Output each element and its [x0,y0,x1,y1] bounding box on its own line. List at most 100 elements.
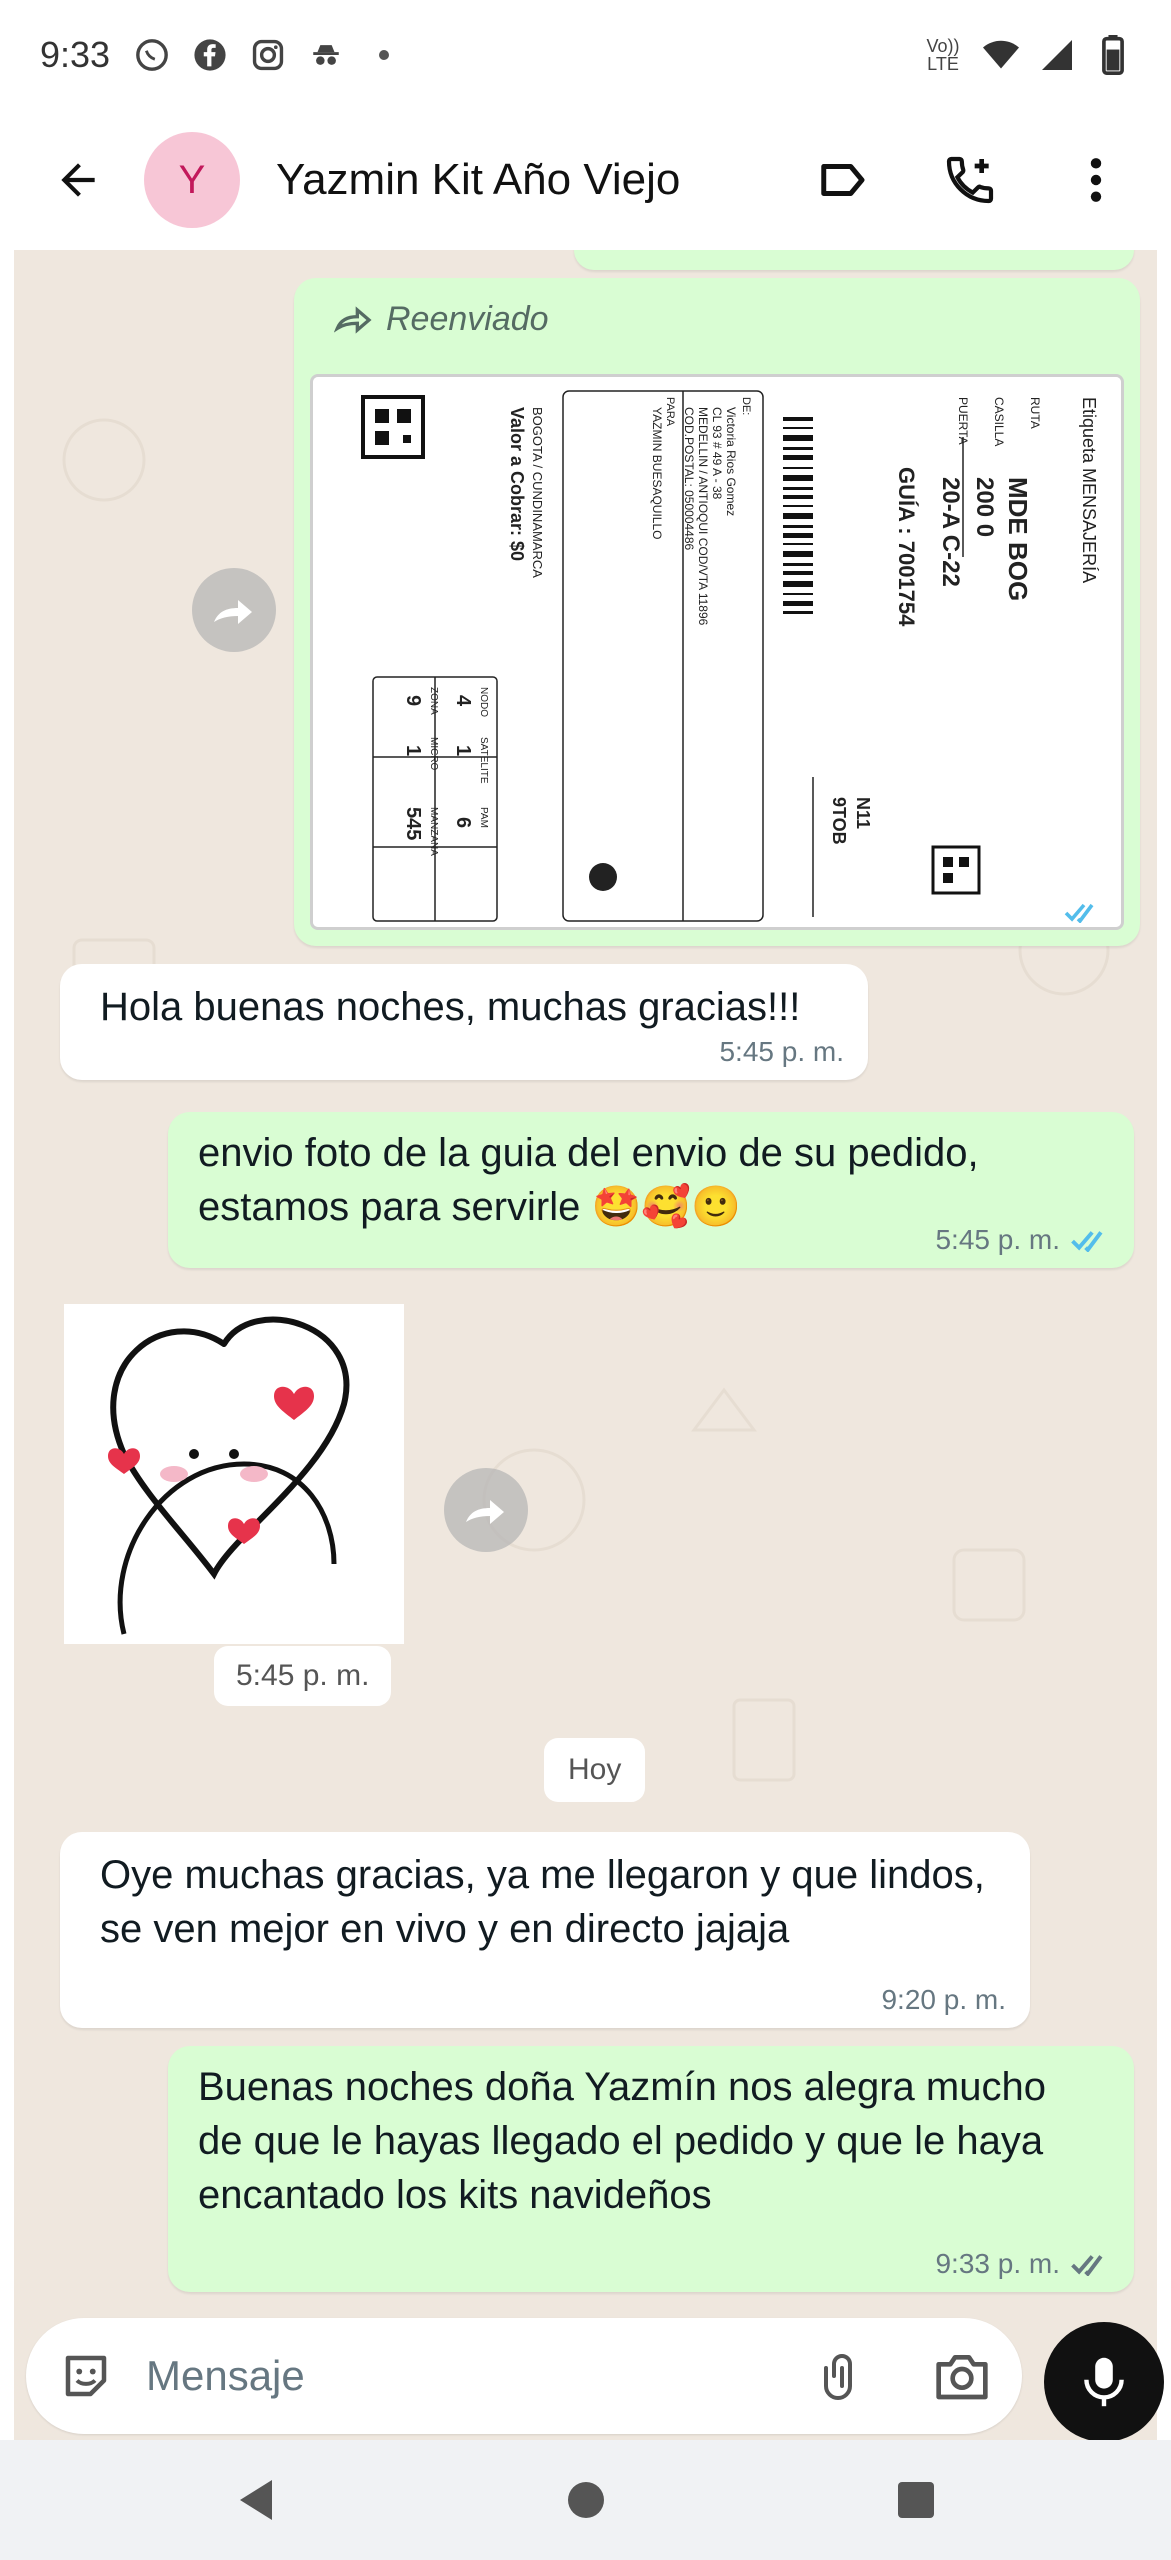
double-check-icon [1071,2255,1103,2276]
message-text: Buenas noches doña Yazmín nos alegra muc… [198,2065,1046,2217]
sticker-message[interactable] [64,1304,404,1644]
message-meta: 9:33 p. m. [935,2248,1110,2280]
shipping-label-image[interactable]: Etiqueta MENSAJERÍA RUTA MDE BOG CASILLA… [310,374,1124,930]
label-casilla: 200 0 [971,477,998,537]
incognito-icon [308,37,344,73]
notification-icons [134,37,402,73]
whatsapp-icon [134,37,170,73]
label-de-title: DE: [740,397,752,415]
camera-icon [936,2354,988,2400]
sticker-button[interactable] [56,2346,116,2406]
more-vertical-icon [1090,158,1102,202]
date-divider: Hoy [544,1738,646,1802]
label-de-line-3: MEDELLIN / ANTIOQUI COD/VTA 11896 [696,407,710,626]
label-nt: N11 [853,797,873,829]
label-de-line-4: COD.POSTAL: 050004486 [682,407,696,551]
message-input-box[interactable] [26,2318,1022,2434]
label-brand: Etiqueta MENSAJERÍA [1079,397,1099,583]
label-th-2: SATELITE [478,737,489,784]
forward-icon [466,1500,504,1524]
forward-icon [214,600,252,624]
message-meta: 5:45 p. m. [935,1224,1110,1256]
forwarded-image-message[interactable]: Reenviado Etiqueta MENSAJERÍA RUTA MDE B… [294,278,1140,946]
message-text: Oye muchas gracias, ya me llegaron y que… [100,1853,985,1951]
label-button[interactable] [809,145,879,215]
nav-back-button[interactable] [226,2470,286,2530]
status-bar: 9:33 Vo)) LTE [0,0,1171,110]
back-button[interactable] [28,130,128,230]
label-valor: Valor a Cobrar: $0 [507,407,527,561]
label-tr2-3: 545 [402,807,424,840]
incoming-message[interactable]: Oye muchas gracias, ya me llegaron y que… [60,1832,1030,2028]
square-recents-icon [897,2482,934,2518]
more-options-button[interactable] [1061,145,1131,215]
contact-name[interactable]: Yazmin Kit Año Viejo [276,155,680,205]
label-tr1-2: 1 [452,745,474,756]
forwarded-icon [334,305,372,334]
chat-area[interactable]: Reenviado Etiqueta MENSAJERÍA RUTA MDE B… [14,250,1157,2440]
message-meta: 9:20 p. m. [881,1984,1006,2016]
forward-button[interactable] [192,568,276,652]
message-time: 9:20 p. m. [881,1984,1006,2015]
system-nav-bar [0,2440,1171,2560]
header-actions [809,145,1131,215]
outgoing-message[interactable]: envio foto de la guia del envio de su pe… [168,1112,1134,1268]
signal-icon [1039,37,1075,73]
avatar[interactable]: Y [144,132,240,228]
label-th-3: PAM [478,807,489,828]
label-th-1: NODO [478,687,489,717]
nav-recents-button[interactable] [886,2470,946,2530]
label-th2-2: MICRO [428,737,439,771]
battery-icon [1095,35,1131,75]
message-text: Hola buenas noches, muchas gracias!!! [100,985,801,1029]
label-para-title: PARA [664,397,676,427]
volte-indicator: Vo)) LTE [926,36,960,74]
camera-button[interactable] [932,2346,992,2406]
add-call-button[interactable] [935,145,1005,215]
message-meta: 5:45 p. m. [719,1036,844,1068]
label-casilla-label: CASILLA [992,397,1006,446]
circle-home-icon [567,2482,604,2518]
status-time: 9:33 [40,34,111,75]
label-th2-1: ZONA [428,687,439,715]
paperclip-icon [824,2354,852,2400]
label-puerta: 20-A C-22 [937,477,964,587]
double-check-icon [1071,1231,1103,1252]
phone-plus-icon [946,156,994,204]
label-tr2-1: 9 [402,695,424,706]
forwarded-label: Reenviado [334,300,549,339]
label-ruta: MDE BOG [1003,477,1033,601]
dot-icon [366,37,402,73]
previous-message-fragment [574,250,1134,270]
sticker-icon [65,2355,107,2397]
incoming-message[interactable]: Hola buenas noches, muchas gracias!!! 5:… [60,964,868,1080]
forward-sticker-button[interactable] [444,1468,528,1552]
label-tr1-1: 4 [452,695,474,707]
nav-home-button[interactable] [556,2470,616,2530]
shipping-label-svg: Etiqueta MENSAJERÍA RUTA MDE BOG CASILLA… [313,377,1121,927]
voice-message-button[interactable] [1044,2322,1164,2442]
forwarded-text: Reenviado [386,300,549,338]
label-tr1-3: 6 [452,817,474,828]
label-de-line-2: CL 93 # 49 A - 38 [710,407,724,500]
facebook-icon [192,37,228,73]
label-code: 9TOB [829,797,849,845]
arrow-left-icon [61,163,95,197]
outgoing-message[interactable]: Buenas noches doña Yazmín nos alegra muc… [168,2046,1134,2292]
system-icons: Vo)) LTE [923,35,1131,75]
message-text: envio foto de la guia del envio de su pe… [198,1131,979,1229]
triangle-back-icon [239,2480,272,2520]
label-para-line-1: YAZMIN BUESAQUILLO [650,407,664,539]
label-de-line-1: Victoria Rios Gomez [724,407,738,516]
label-th2-3: MANZANA [428,807,439,856]
instagram-icon [250,37,286,73]
forwarded-meta: 5:44 p. m. [929,896,1100,928]
attach-button[interactable] [812,2346,872,2406]
message-time: 5:45 p. m. [935,1224,1060,1255]
label-icon [821,164,865,196]
label-tr2-2: 1 [402,745,424,756]
label-para-line-2: BOGOTA / CUNDINAMARCA [530,407,545,578]
double-check-icon [1064,903,1094,923]
message-input[interactable] [146,2352,706,2400]
label-guia: GUÍA : 7001754 [894,467,919,627]
